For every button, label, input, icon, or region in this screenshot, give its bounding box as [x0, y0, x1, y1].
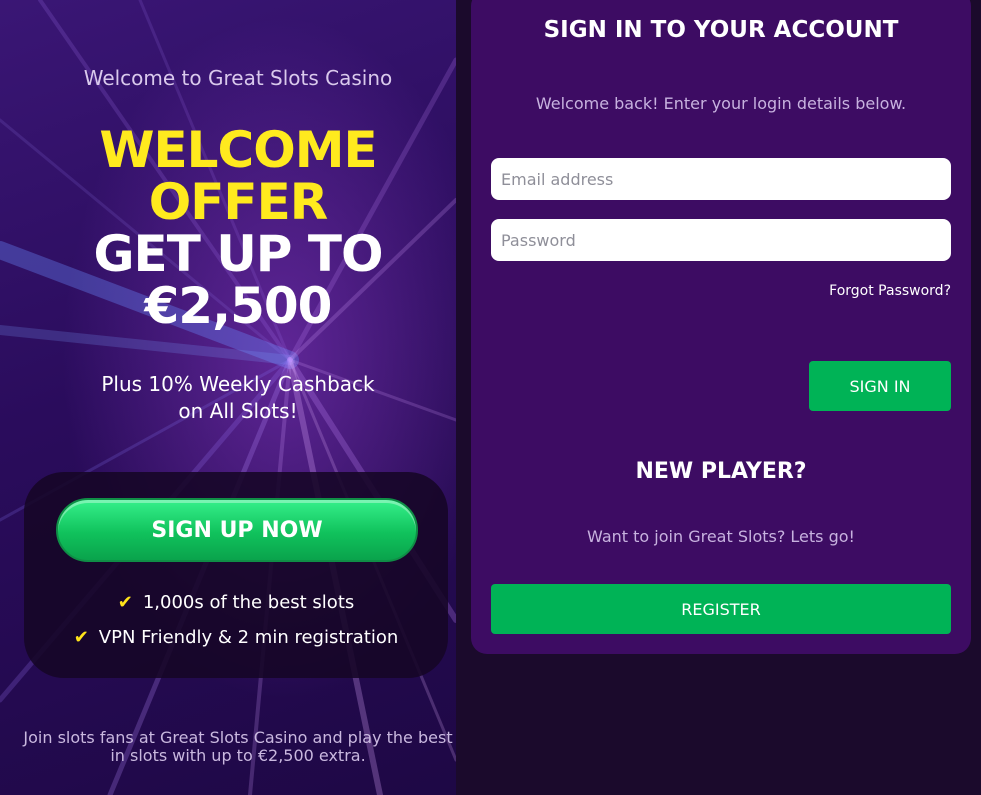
- footer-line-1: Join slots fans at Great Slots Casino an…: [23, 728, 453, 747]
- feature-label: VPN Friendly & 2 min registration: [98, 627, 399, 648]
- sign-in-button[interactable]: SIGN IN: [809, 361, 951, 411]
- headline-welcome: WELCOME: [99, 121, 377, 179]
- forgot-password-link[interactable]: Forgot Password?: [829, 283, 951, 299]
- new-player-heading: NEW PLAYER?: [635, 459, 807, 484]
- join-text: Want to join Great Slots? Lets go!: [587, 527, 855, 546]
- feature-item: ✔ VPN Friendly & 2 min registration: [24, 627, 448, 648]
- sign-in-panel: SIGN IN TO YOUR ACCOUNT Welcome back! En…: [471, 0, 971, 654]
- sign-up-now-button[interactable]: SIGN UP NOW: [56, 498, 418, 562]
- cashback-line-1: Plus 10% Weekly Cashback: [101, 372, 375, 396]
- signup-cta-box: SIGN UP NOW ✔ 1,000s of the best slots ✔…: [24, 472, 448, 678]
- promo-welcome-text: Welcome to Great Slots Casino: [83, 66, 393, 90]
- sign-in-title: SIGN IN TO YOUR ACCOUNT: [543, 17, 899, 43]
- welcome-offer-headline: WELCOME OFFER GET UP TO €2,500: [0, 124, 456, 332]
- check-icon: ✔: [73, 627, 89, 648]
- headline-get-up-to: GET UP TO: [93, 225, 384, 283]
- footer-line-2: in slots with up to €2,500 extra.: [110, 746, 366, 765]
- register-button[interactable]: REGISTER: [491, 584, 951, 634]
- cashback-line-2: on All Slots!: [178, 399, 298, 423]
- cashback-text: Plus 10% Weekly Cashback on All Slots!: [0, 371, 456, 425]
- headline-offer: OFFER: [148, 173, 328, 231]
- password-field[interactable]: [491, 219, 951, 261]
- sign-in-subtitle: Welcome back! Enter your login details b…: [535, 94, 907, 113]
- feature-item: ✔ 1,000s of the best slots: [24, 592, 448, 613]
- headline-amount: €2,500: [144, 277, 333, 335]
- email-field[interactable]: [491, 158, 951, 200]
- check-icon: ✔: [117, 592, 133, 613]
- promo-footer-text: Join slots fans at Great Slots Casino an…: [22, 729, 454, 765]
- feature-label: 1,000s of the best slots: [142, 592, 355, 613]
- promo-panel: Welcome to Great Slots Casino WELCOME OF…: [0, 0, 456, 795]
